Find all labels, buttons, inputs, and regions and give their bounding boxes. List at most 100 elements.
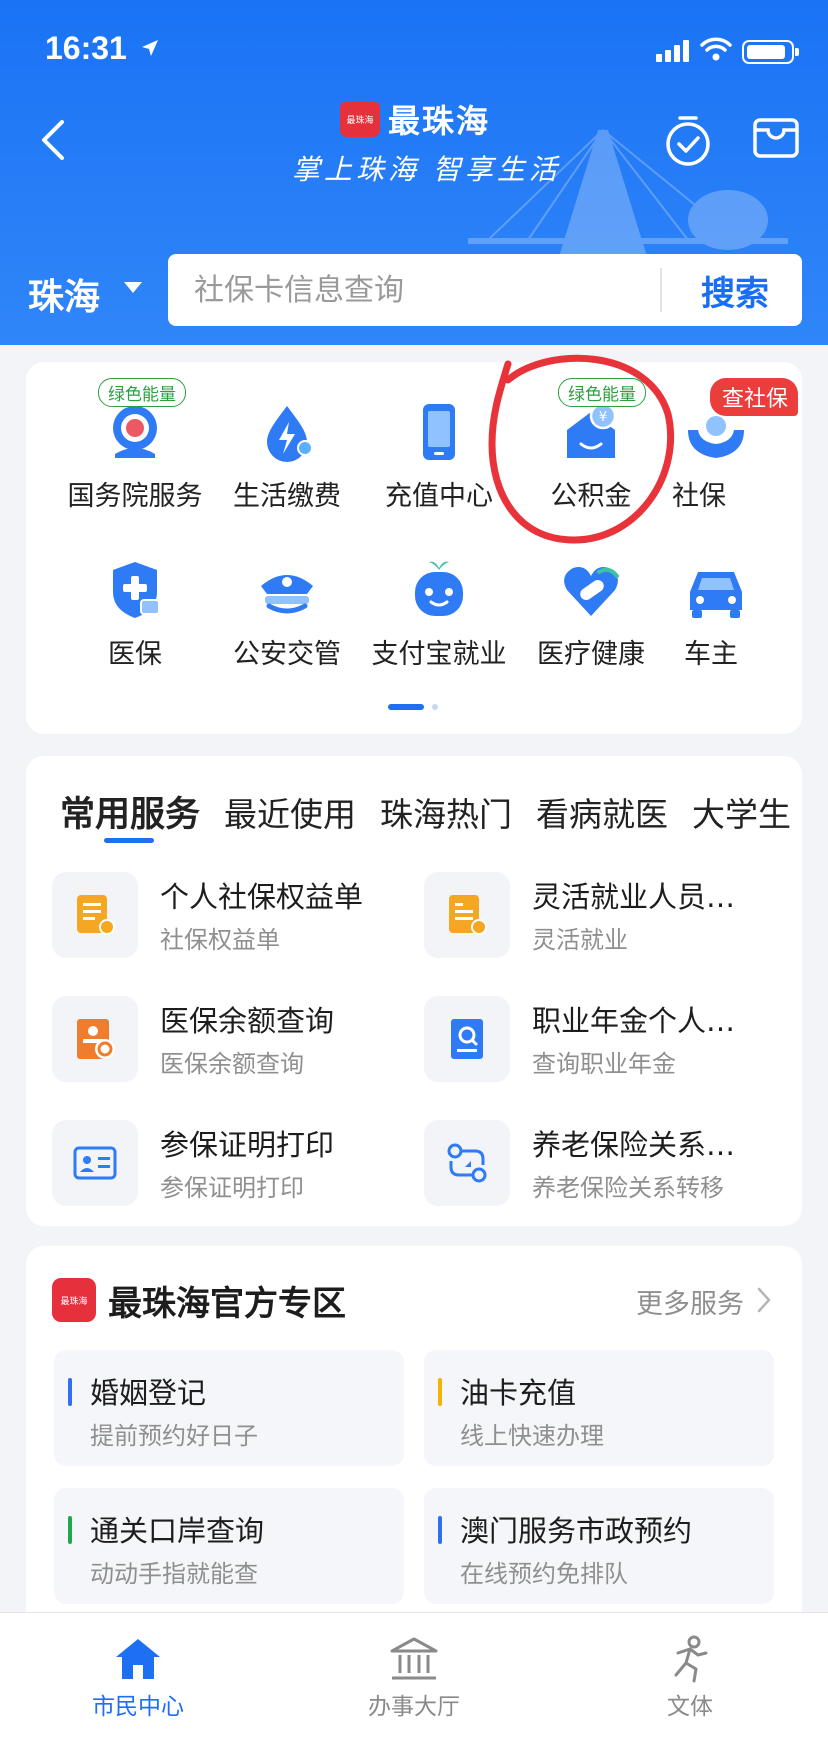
home-icon bbox=[116, 1639, 160, 1679]
zone-item-title: 通关口岸查询 bbox=[90, 1514, 265, 1548]
brand: 最珠海 最珠海 bbox=[340, 96, 490, 142]
grid-item-car-owner[interactable]: 车主 bbox=[668, 558, 808, 671]
zone-item-subtitle: 在线预约免排队 bbox=[460, 1560, 628, 1588]
car-icon bbox=[690, 572, 742, 618]
wifi-icon bbox=[700, 37, 732, 61]
grid-label: 国务院服务 bbox=[67, 481, 203, 512]
service-subtitle: 社保权益单 bbox=[160, 926, 280, 954]
chevron-down-icon[interactable] bbox=[124, 282, 142, 293]
grid-item-state-council[interactable]: 绿色能量 国务院服务 bbox=[60, 378, 210, 513]
grid-item-medical-insurance[interactable]: 医保 bbox=[60, 558, 210, 671]
accent-bar bbox=[438, 1516, 442, 1544]
zone-item-port-query[interactable]: 通关口岸查询 动动手指就能查 bbox=[54, 1488, 404, 1604]
back-button[interactable] bbox=[30, 110, 80, 170]
accent-bar bbox=[68, 1516, 72, 1544]
grid-label: 充值中心 bbox=[385, 481, 493, 512]
zone-item-macau-services[interactable]: 澳门服务市政预约 在线预约免排队 bbox=[424, 1488, 774, 1604]
pager-dot bbox=[432, 704, 438, 710]
phone-recharge-icon bbox=[423, 404, 455, 460]
zone-item-subtitle: 线上快速办理 bbox=[460, 1422, 604, 1450]
slogan: 掌上珠海 智享生活 bbox=[292, 153, 561, 186]
service-tabs: 常用服务 最近使用 珠海热门 看病就医 大学生 bbox=[60, 786, 802, 837]
grid-item-recharge[interactable]: 充值中心 bbox=[364, 400, 514, 513]
service-title: 职业年金个人… bbox=[532, 1004, 736, 1038]
nav-label: 市民中心 bbox=[92, 1694, 184, 1720]
grid-item-social-security[interactable]: 社保 bbox=[668, 400, 808, 513]
tab-recently-used[interactable]: 最近使用 bbox=[224, 788, 356, 836]
tab-medical[interactable]: 看病就医 bbox=[536, 788, 668, 836]
grid-label: 医保 bbox=[108, 639, 162, 670]
grid-label: 生活缴费 bbox=[233, 481, 341, 512]
official-zone-card: 最珠海 最珠海官方专区 更多服务 婚姻登记 提前预约好日子 油卡充值 线上快速办… bbox=[26, 1246, 802, 1666]
tab-common-services[interactable]: 常用服务 bbox=[60, 786, 200, 837]
search-divider bbox=[660, 268, 662, 312]
grid-item-bill-payment[interactable]: 生活缴费 bbox=[212, 400, 362, 513]
state-council-icon bbox=[113, 406, 157, 458]
zone-item-fuel-card[interactable]: 油卡充值 线上快速办理 bbox=[424, 1350, 774, 1466]
grid-item-health[interactable]: 医疗健康 bbox=[516, 558, 666, 671]
grid-label: 社保 bbox=[672, 481, 726, 512]
status-bar: 16:31 bbox=[0, 0, 828, 100]
service-title: 参保证明打印 bbox=[160, 1128, 335, 1162]
service-item[interactable]: 医保余额查询 医保余额查询 bbox=[52, 996, 392, 1092]
search-input[interactable] bbox=[194, 254, 614, 326]
common-services-card: 常用服务 最近使用 珠海热门 看病就医 大学生 个人社保权益单 社保权益单 灵活… bbox=[26, 756, 802, 1226]
accent-bar bbox=[68, 1378, 72, 1406]
service-title: 灵活就业人员… bbox=[532, 880, 736, 914]
zone-item-subtitle: 提前预约好日子 bbox=[90, 1422, 258, 1450]
nav-label: 办事大厅 bbox=[368, 1694, 460, 1720]
grid-label: 医疗健康 bbox=[537, 639, 645, 670]
housing-fund-icon: ¥ bbox=[567, 402, 617, 458]
tab-students[interactable]: 大学生 bbox=[692, 788, 791, 836]
card-wallet-icon[interactable] bbox=[752, 114, 800, 160]
employment-mascot-icon bbox=[415, 561, 463, 616]
search-button[interactable]: 搜索 bbox=[668, 254, 802, 326]
grid-item-housing-fund[interactable]: 绿色能量 ¥ 公积金 bbox=[516, 378, 666, 513]
service-subtitle: 灵活就业 bbox=[532, 926, 628, 954]
grid-label: 支付宝就业 bbox=[371, 639, 507, 670]
city-selector[interactable]: 珠海 bbox=[28, 268, 100, 320]
service-subtitle: 医保余额查询 bbox=[160, 1050, 304, 1078]
nav-service-hall[interactable]: 办事大厅 bbox=[334, 1635, 494, 1721]
grid-item-employment[interactable]: 支付宝就业 bbox=[364, 558, 514, 671]
more-services-link[interactable]: 更多服务 bbox=[636, 1282, 744, 1321]
grid-label: 公安交管 bbox=[233, 639, 341, 670]
service-subtitle: 参保证明打印 bbox=[160, 1174, 304, 1202]
grid-item-police[interactable]: 公安交管 bbox=[212, 558, 362, 671]
service-item[interactable]: 灵活就业人员… 灵活就业 bbox=[424, 872, 764, 968]
battery-icon bbox=[742, 40, 799, 64]
health-heart-icon bbox=[564, 567, 619, 616]
zone-logo: 最珠海 bbox=[52, 1278, 96, 1322]
quick-services-card: 绿色能量 国务院服务 生活缴费 充值中心 绿色能量 ¥ 公积金 社保 医保 公安… bbox=[26, 362, 802, 734]
zone-item-marriage[interactable]: 婚姻登记 提前预约好日子 bbox=[54, 1350, 404, 1466]
green-energy-tag: 绿色能量 bbox=[558, 378, 646, 407]
balance-query-icon bbox=[52, 996, 138, 1082]
id-card-icon bbox=[52, 1120, 138, 1206]
service-item[interactable]: 职业年金个人… 查询职业年金 bbox=[424, 996, 764, 1092]
service-item[interactable]: 养老保险关系… 养老保险关系转移 bbox=[424, 1120, 764, 1216]
brand-name: 最珠海 bbox=[388, 102, 491, 140]
medical-insurance-icon bbox=[113, 562, 160, 618]
timer-check-icon[interactable] bbox=[662, 112, 714, 168]
cellular-signal-icon bbox=[656, 40, 689, 62]
status-time: 16:31 bbox=[45, 30, 127, 66]
grid-label: 车主 bbox=[684, 639, 738, 670]
tab-zhuhai-hot[interactable]: 珠海热门 bbox=[380, 788, 512, 836]
government-hall-icon bbox=[390, 1637, 438, 1680]
zone-item-title: 婚姻登记 bbox=[90, 1376, 207, 1410]
service-item[interactable]: 参保证明打印 参保证明打印 bbox=[52, 1120, 392, 1216]
service-title: 养老保险关系… bbox=[532, 1128, 736, 1162]
running-person-icon bbox=[674, 1635, 708, 1683]
green-energy-tag: 绿色能量 bbox=[98, 378, 186, 407]
bill-payment-icon bbox=[267, 406, 313, 462]
nav-culture-sports[interactable]: 文体 bbox=[610, 1635, 770, 1721]
pension-search-icon bbox=[424, 996, 510, 1082]
service-item[interactable]: 个人社保权益单 社保权益单 bbox=[52, 872, 392, 968]
grid-label: 公积金 bbox=[550, 481, 632, 512]
zone-title: 最珠海官方专区 bbox=[108, 1284, 346, 1324]
accent-bar bbox=[438, 1378, 442, 1406]
chevron-right-icon[interactable] bbox=[756, 1286, 772, 1314]
check-social-security-tag[interactable]: 查社保 bbox=[710, 378, 799, 416]
nav-citizen-center[interactable]: 市民中心 bbox=[58, 1635, 218, 1721]
bottom-navigation: 市民中心 办事大厅 文体 bbox=[0, 1612, 828, 1743]
